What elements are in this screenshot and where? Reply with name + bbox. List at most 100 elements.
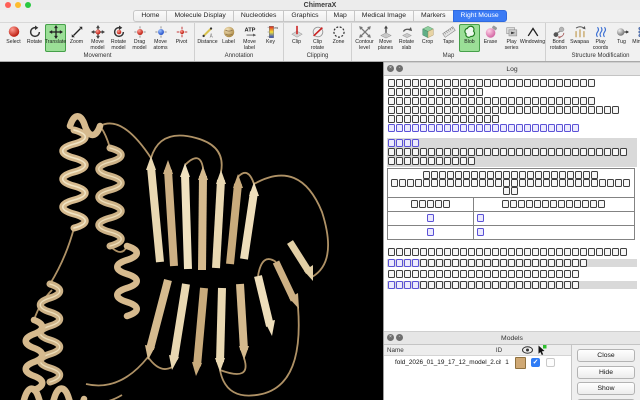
log-link-glyph-box[interactable]	[420, 124, 427, 132]
log-link-glyph-box[interactable]	[412, 281, 419, 289]
toolbar-button-pivot[interactable]: Pivot	[171, 24, 192, 52]
models-close-icon[interactable]: ×	[387, 334, 394, 341]
log-link-glyph-box[interactable]	[460, 124, 467, 132]
log-link-glyph-box[interactable]	[452, 124, 459, 132]
log-link-glyph-box[interactable]	[412, 124, 419, 132]
log-link-glyph-box[interactable]	[500, 124, 507, 132]
graphics-viewport[interactable]	[0, 62, 383, 400]
toolbar-button-move-planes[interactable]: Move planes	[375, 24, 396, 52]
toolbar-button-tape[interactable]: Tape	[438, 24, 459, 52]
log-link-glyph-box[interactable]	[396, 139, 403, 147]
tab-medical-image[interactable]: Medical Image	[354, 10, 413, 23]
tab-nucleotides[interactable]: Nucleotides	[233, 10, 284, 23]
log-link-glyph-box[interactable]	[477, 228, 484, 236]
toolbar-button-translate[interactable]: Translate	[45, 24, 66, 52]
log-link-glyph-box[interactable]	[396, 281, 403, 289]
toolbar-button-crop[interactable]: Crop	[417, 24, 438, 52]
log-link-glyph-box[interactable]	[404, 124, 411, 132]
toolbar-button-move-atoms[interactable]: Move atoms	[150, 24, 171, 52]
zoom-window-button[interactable]	[25, 2, 31, 8]
model-selected-checkbox[interactable]	[546, 358, 555, 367]
tab-right-mouse[interactable]: Right Mouse	[453, 10, 507, 23]
log-close-icon[interactable]: ×	[387, 65, 394, 72]
show-button[interactable]: Show	[577, 382, 635, 395]
minimize-window-button[interactable]	[15, 2, 21, 8]
tab-markers[interactable]: Markers	[413, 10, 453, 23]
tab-graphics[interactable]: Graphics	[283, 10, 325, 23]
log-highlight-block	[387, 138, 637, 167]
log-link-glyph-box[interactable]	[468, 124, 475, 132]
tab-molecule-display[interactable]: Molecule Display	[166, 10, 232, 23]
model-shown-checkbox[interactable]: ✓	[531, 358, 540, 367]
toolbar-button-tug[interactable]: Tug	[611, 24, 632, 52]
toolbar-button-rotate-model[interactable]: Rotate model	[108, 24, 129, 52]
toolbar-button-select[interactable]: Select	[3, 24, 24, 52]
column-header-id[interactable]: ID	[493, 347, 505, 354]
log-link-glyph-box[interactable]	[388, 281, 395, 289]
toolbar-button-swapaa[interactable]: Swapaa	[569, 24, 590, 52]
toolbar-button-distance[interactable]: ÅDistance	[197, 24, 218, 52]
log-link-glyph-box[interactable]	[477, 214, 484, 222]
log-link-glyph-box[interactable]	[524, 124, 531, 132]
log-link-glyph-box[interactable]	[516, 124, 523, 132]
log-link-glyph-box[interactable]	[412, 139, 419, 147]
models-float-icon[interactable]: ◦	[396, 334, 403, 341]
log-link-glyph-box[interactable]	[388, 259, 395, 267]
log-link-glyph-box[interactable]	[492, 124, 499, 132]
close-button[interactable]: Close	[577, 349, 635, 362]
log-link-glyph-box[interactable]	[396, 259, 403, 267]
log-content[interactable]	[384, 76, 640, 331]
models-panel-titlebar[interactable]: × ◦ Models	[384, 331, 640, 345]
close-window-button[interactable]	[5, 2, 11, 8]
log-link-glyph-box[interactable]	[532, 124, 539, 132]
tab-home[interactable]: Home	[133, 10, 166, 23]
hide-button[interactable]: Hide	[577, 366, 635, 379]
log-link-glyph-box[interactable]	[436, 124, 443, 132]
column-header-name[interactable]: Name	[384, 347, 493, 354]
toolbar-button-label[interactable]: Label	[218, 24, 239, 52]
log-link-glyph-box[interactable]	[572, 124, 579, 132]
log-link-glyph-box[interactable]	[556, 124, 563, 132]
toolbar-button-windowing[interactable]: Windowing	[522, 24, 543, 52]
toolbar-button-play-coords[interactable]: Play coords	[590, 24, 611, 52]
log-link-glyph-box[interactable]	[388, 139, 395, 147]
model-color-swatch[interactable]	[515, 357, 526, 369]
log-link-glyph-box[interactable]	[508, 124, 515, 132]
toolbar-button-contour-level[interactable]: Contour level	[354, 24, 375, 52]
log-float-icon[interactable]: ◦	[396, 65, 403, 72]
log-link-glyph-box[interactable]	[540, 124, 547, 132]
log-link-glyph-box[interactable]	[404, 139, 411, 147]
toolbar-button-play-series[interactable]: Play series	[501, 24, 522, 52]
toolbar-button-blob[interactable]: Blob	[459, 24, 480, 52]
toolbar-button-move-label[interactable]: ATPMove label	[239, 24, 260, 52]
log-link-glyph-box[interactable]	[427, 228, 434, 236]
log-panel-titlebar[interactable]: × ◦ Log	[384, 62, 640, 76]
model-row[interactable]: fold_2026_01_19_17_12_model_2.cif 1 ✓	[384, 356, 571, 369]
toolbar-button-clip[interactable]: Clip	[286, 24, 307, 52]
log-link-glyph-box[interactable]	[484, 124, 491, 132]
log-link-glyph-box[interactable]	[404, 259, 411, 267]
tab-map[interactable]: Map	[326, 10, 354, 23]
toolbar-button-erase[interactable]: Erase	[480, 24, 501, 52]
toolbar-button-key[interactable]: maxKey	[260, 24, 281, 52]
log-line	[387, 124, 637, 132]
log-link-glyph-box[interactable]	[444, 124, 451, 132]
log-link-glyph-box[interactable]	[428, 124, 435, 132]
toolbar-button-bond-rotation[interactable]: Bond rotation	[548, 24, 569, 52]
toolbar-button-drag-model[interactable]: Drag model	[129, 24, 150, 52]
toolbar-button-rotate[interactable]: Rotate	[24, 24, 45, 52]
log-link-glyph-box[interactable]	[396, 124, 403, 132]
toolbar-button-minimize[interactable]: Minimize	[632, 24, 640, 52]
toolbar-button-rotate-slab[interactable]: Rotate slab	[396, 24, 417, 52]
log-link-glyph-box[interactable]	[564, 124, 571, 132]
toolbar-button-clip-rotate[interactable]: Clip rotate	[307, 24, 328, 52]
toolbar-button-zone[interactable]: Zone	[328, 24, 349, 52]
log-link-glyph-box[interactable]	[427, 214, 434, 222]
log-link-glyph-box[interactable]	[404, 281, 411, 289]
log-link-glyph-box[interactable]	[476, 124, 483, 132]
log-link-glyph-box[interactable]	[412, 259, 419, 267]
toolbar-button-move-model[interactable]: Move model	[87, 24, 108, 52]
log-link-glyph-box[interactable]	[548, 124, 555, 132]
log-link-glyph-box[interactable]	[388, 124, 395, 132]
toolbar-button-zoom[interactable]: Zoom	[66, 24, 87, 52]
